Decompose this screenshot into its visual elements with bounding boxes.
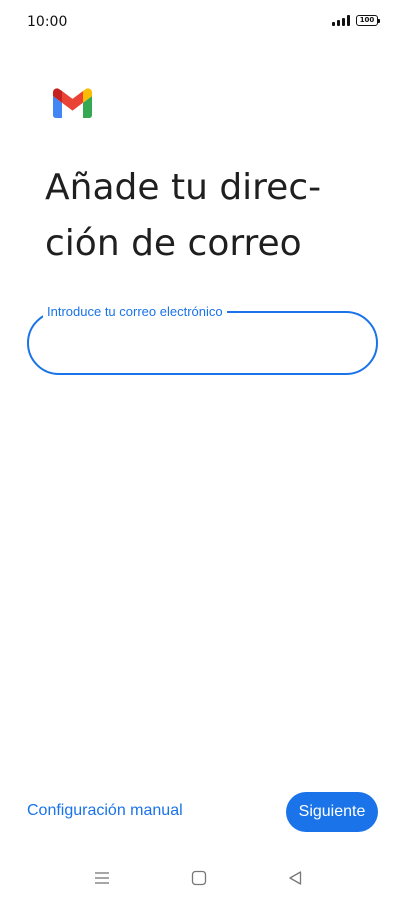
signal-icon — [332, 15, 350, 26]
battery-level: 100 — [359, 16, 375, 24]
page-title-line-1: Añade tu direc- — [45, 167, 322, 208]
status-icons: 100 — [332, 15, 380, 26]
home-icon[interactable] — [187, 866, 211, 890]
battery-icon: 100 — [356, 15, 380, 26]
page-title-line-2: ción de correo — [45, 223, 302, 264]
gmail-logo — [53, 88, 92, 118]
email-field-label: Introduce tu correo electrónico — [43, 304, 227, 320]
email-input[interactable] — [49, 327, 363, 361]
manual-config-link[interactable]: Configuración manual — [27, 802, 183, 820]
page-title: Añade tu direc- ción de correo — [45, 160, 365, 272]
menu-icon[interactable] — [90, 866, 114, 890]
email-field[interactable]: Introduce tu correo electrónico — [27, 304, 378, 375]
next-button[interactable]: Siguiente — [286, 792, 378, 832]
navigation-bar — [0, 860, 405, 896]
back-icon[interactable] — [283, 866, 307, 890]
status-time: 10:00 — [27, 14, 68, 30]
status-bar: 10:00 100 — [0, 0, 405, 44]
